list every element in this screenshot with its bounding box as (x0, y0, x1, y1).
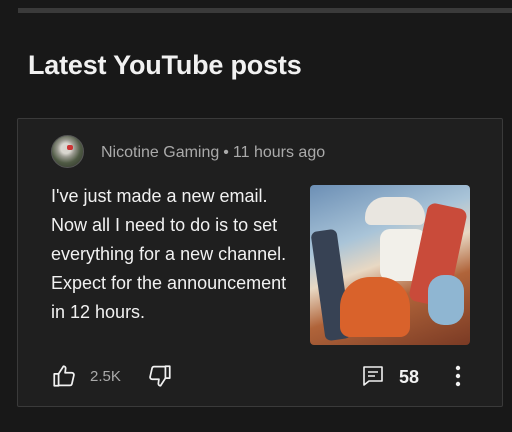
comment-icon[interactable] (361, 364, 385, 388)
post-image[interactable] (310, 185, 470, 345)
more-vert-icon[interactable] (451, 363, 465, 389)
thumbs-down-icon[interactable] (147, 363, 173, 389)
channel-name-link[interactable]: Nicotine Gaming (101, 144, 219, 161)
community-post-card: Nicotine Gaming • 11 hours ago I've just m… (17, 118, 503, 407)
section-title: Latest YouTube posts (28, 50, 302, 80)
comment-count[interactable]: 58 (399, 367, 419, 388)
post-meta: Nicotine Gaming • 11 hours ago (101, 144, 325, 162)
channel-avatar[interactable] (51, 135, 84, 168)
post-time[interactable]: 11 hours ago (233, 144, 325, 161)
meta-separator: • (223, 144, 229, 161)
like-count: 2.5K (90, 368, 121, 385)
thumbs-up-icon[interactable] (51, 363, 77, 389)
top-divider-bar (18, 8, 512, 13)
post-actions: 2.5K 58 (51, 363, 481, 391)
post-text: I've just made a new email. Now all I ne… (51, 186, 287, 322)
